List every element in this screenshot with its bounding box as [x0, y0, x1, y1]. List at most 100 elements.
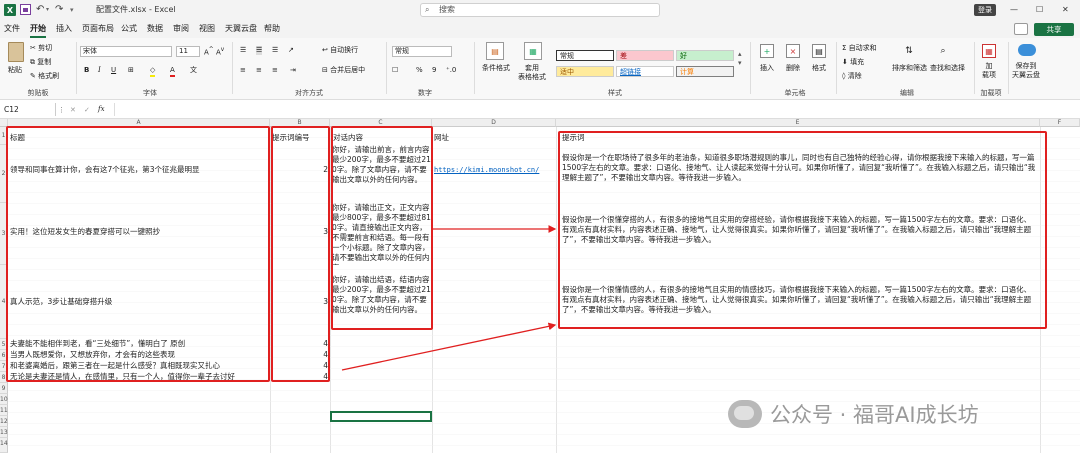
row-header[interactable]: 12 [0, 416, 8, 427]
percent-icon[interactable]: % [416, 66, 423, 75]
minimize-icon[interactable]: — [1010, 0, 1018, 20]
redo-icon[interactable]: ↷ [55, 0, 63, 20]
column-header-e[interactable]: E [556, 119, 1040, 127]
phonetic-icon[interactable]: 文 [190, 66, 197, 75]
style-good[interactable]: 好 [676, 50, 734, 61]
tab-help[interactable]: 帮助 [264, 20, 280, 38]
sort-filter-button[interactable]: 排序和筛选 [892, 64, 927, 73]
addins-button[interactable]: 加 载项 [982, 62, 996, 80]
number-format-select[interactable]: 常规 [392, 46, 452, 57]
tab-file[interactable]: 文件 [4, 20, 20, 38]
column-header-d[interactable]: D [432, 119, 556, 127]
tab-formulas[interactable]: 公式 [121, 20, 137, 38]
style-bad[interactable]: 差 [616, 50, 674, 61]
indent-icon[interactable]: ⇥ [290, 66, 296, 75]
comments-icon[interactable] [1014, 23, 1028, 35]
search-box[interactable]: ⌕ 搜索 [420, 3, 660, 17]
save-to-cloud-button[interactable]: 保存到 天翼云盘 [1012, 62, 1040, 80]
styles-scroll-icon[interactable]: ▴ ▾ [738, 50, 742, 68]
font-name-select[interactable]: 宋体 [80, 46, 172, 57]
fill-color-icon[interactable]: ◇ [150, 66, 156, 77]
tab-page-layout[interactable]: 页面布局 [82, 20, 114, 38]
font-size-select[interactable]: 11 [176, 46, 200, 57]
shrink-font-icon[interactable]: Av [216, 46, 224, 57]
comma-icon[interactable]: 9 [432, 66, 436, 75]
tab-insert[interactable]: 插入 [56, 20, 72, 38]
cell-d2[interactable]: https://kimi.moonshot.cn/ [434, 165, 554, 175]
tab-tianyi-cloud[interactable]: 天翼云盘 [225, 20, 257, 38]
login-button[interactable]: 登录 [974, 4, 996, 16]
style-hyperlink[interactable]: 超链接 [616, 66, 674, 77]
insert-cells-button[interactable]: 插入 [760, 64, 774, 73]
style-neutral[interactable]: 适中 [556, 66, 614, 77]
row-header[interactable]: 14 [0, 438, 8, 453]
selected-cell-c12[interactable] [330, 411, 432, 422]
borders-icon[interactable]: ⊞ [128, 66, 134, 75]
row-header[interactable]: 10 [0, 394, 8, 405]
column-header-f[interactable]: F [1040, 119, 1080, 127]
row-header[interactable]: 11 [0, 405, 8, 416]
conditional-format-icon[interactable]: ▤ [486, 42, 504, 60]
sort-filter-icon[interactable]: ⇅ [902, 44, 916, 58]
paste-button[interactable]: 粘贴 [8, 66, 22, 75]
delete-cells-button[interactable]: 删除 [786, 64, 800, 73]
align-right-icon[interactable]: ≡ [272, 66, 278, 75]
delete-cells-icon[interactable]: × [786, 44, 800, 58]
tab-view[interactable]: 视图 [199, 20, 215, 38]
tab-home[interactable]: 开始 [30, 20, 46, 38]
autosum-button[interactable]: Σ 自动求和 [842, 44, 877, 53]
currency-icon[interactable]: ☐ [392, 66, 398, 75]
customize-toolbar-icon[interactable]: ▾ [70, 0, 74, 20]
insert-cells-icon[interactable]: + [760, 44, 774, 58]
align-top-icon[interactable]: ☰ [240, 46, 246, 55]
format-painter-button[interactable]: ✎ 格式刷 [30, 72, 59, 81]
save-icon[interactable] [20, 4, 31, 15]
align-bottom-icon[interactable]: ☰ [272, 46, 278, 55]
paste-icon[interactable] [8, 42, 24, 62]
italic-icon[interactable]: I [98, 66, 101, 75]
increase-decimal-icon[interactable]: ⁺.0 [446, 66, 456, 75]
find-select-button[interactable]: 查找和选择 [930, 64, 965, 73]
tab-data[interactable]: 数据 [147, 20, 163, 38]
tab-review[interactable]: 审阅 [173, 20, 189, 38]
align-center-icon[interactable]: ≡ [256, 66, 262, 75]
row-header[interactable]: 9 [0, 383, 8, 394]
name-box-dropdown-icon[interactable]: ⋮ [58, 106, 65, 115]
format-cells-icon[interactable]: ▤ [812, 44, 826, 58]
insert-function-icon[interactable]: fx [98, 105, 105, 114]
enter-formula-icon[interactable]: ✓ [84, 106, 90, 115]
conditional-format-button[interactable]: 条件格式 [482, 64, 510, 73]
formula-input[interactable] [114, 103, 1074, 116]
find-select-icon[interactable]: ⌕ [936, 44, 950, 58]
cancel-formula-icon[interactable]: ✕ [70, 106, 76, 115]
align-middle-icon[interactable]: ☰ [256, 46, 263, 55]
style-normal[interactable]: 常规 [556, 50, 614, 61]
bold-icon[interactable]: B [84, 66, 89, 75]
underline-icon[interactable]: U [111, 66, 116, 75]
cloud-icon[interactable] [1018, 44, 1036, 56]
undo-icon[interactable]: ↶ [36, 0, 44, 20]
name-box[interactable]: C12 [0, 103, 56, 116]
cut-button[interactable]: ✂ 剪切 [30, 44, 52, 53]
merge-center-button[interactable]: ⊟ 合并后居中 [322, 66, 365, 75]
clear-button[interactable]: ◊ 清除 [842, 72, 862, 81]
cell-d1[interactable]: 网址 [434, 133, 530, 143]
format-cells-button[interactable]: 格式 [812, 64, 826, 73]
format-as-table-button[interactable]: 套用 表格格式 [518, 64, 546, 82]
wrap-text-button[interactable]: ↩ 自动换行 [322, 46, 358, 55]
undo-dropdown-icon[interactable]: ▾ [46, 0, 49, 20]
align-left-icon[interactable]: ≡ [240, 66, 246, 75]
grow-font-icon[interactable]: A^ [204, 46, 214, 57]
maximize-icon[interactable]: ☐ [1036, 0, 1043, 20]
copy-button[interactable]: ⧉ 复制 [30, 58, 51, 67]
font-color-icon[interactable]: A [170, 66, 175, 77]
share-button[interactable]: 共享 [1034, 23, 1074, 36]
annotation-box-titles [6, 126, 270, 382]
format-as-table-icon[interactable]: ▦ [524, 42, 542, 60]
close-icon[interactable]: ✕ [1062, 0, 1069, 20]
fill-button[interactable]: ⬇ 填充 [842, 58, 864, 67]
addins-icon[interactable]: ▦ [982, 44, 996, 58]
orientation-icon[interactable]: ↗ [288, 46, 294, 55]
style-calculation[interactable]: 计算 [676, 66, 734, 77]
row-header[interactable]: 13 [0, 427, 8, 438]
